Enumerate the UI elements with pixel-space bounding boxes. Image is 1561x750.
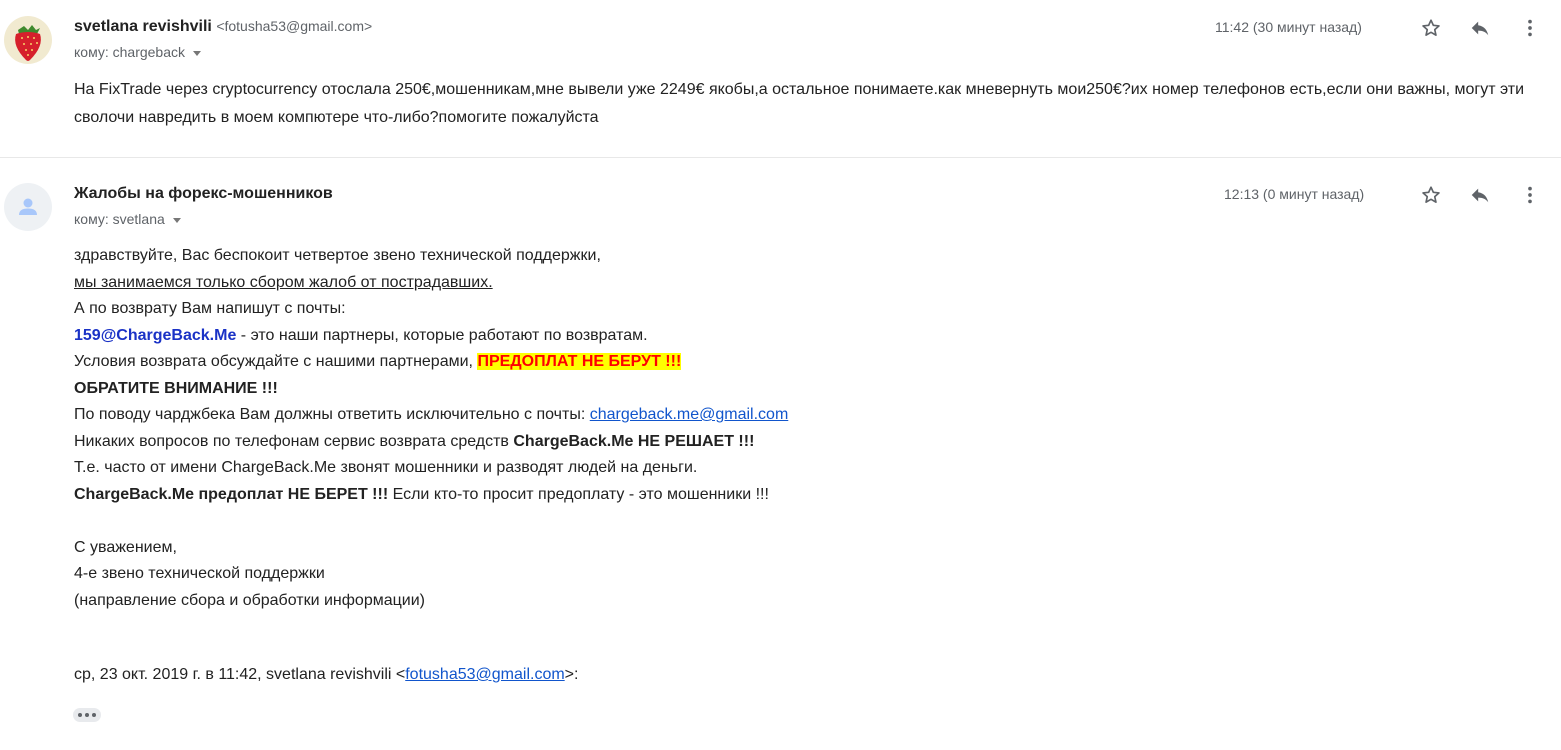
recipients-label: кому: chargeback — [74, 44, 186, 60]
reply-button[interactable] — [1468, 16, 1492, 40]
sender-email: <fotusha53@gmail.com> — [216, 18, 373, 34]
body-text: По поводу чарджбека Вам должны ответить … — [74, 406, 590, 423]
body-line-chargeback: По поводу чарджбека Вам должны ответить … — [74, 402, 788, 429]
message-divider — [0, 157, 1561, 158]
sender-line: svetlana revishvili <fotusha53@gmail.com… — [74, 18, 372, 36]
strawberry-avatar-image — [4, 16, 52, 64]
sender-name[interactable]: svetlana revishvili — [74, 18, 212, 35]
recipients-label: кому: svetlana — [74, 211, 165, 227]
message-body: здравствуйте, Вас беспокоит четвертое зв… — [74, 243, 788, 614]
reply-icon — [1471, 21, 1489, 36]
body-bold-text: ChargeBack.Me НЕ РЕШАЕТ !!! — [513, 432, 755, 450]
sender-name[interactable]: Жалобы на форекс-мошенников — [74, 185, 333, 203]
more-vert-icon — [1528, 19, 1532, 37]
body-line-conditions: Условия возврата обсуждайте с нашими пар… — [74, 349, 788, 376]
partner-email: 159@ChargeBack.Me — [74, 326, 237, 344]
message-time: 12:13 (0 минут назад) — [1224, 186, 1365, 202]
star-icon — [1422, 186, 1440, 203]
chevron-down-icon — [193, 50, 202, 56]
reply-icon — [1471, 188, 1489, 203]
body-text: - это наши партнеры, которые работают по… — [236, 326, 648, 344]
recipients-toggle[interactable]: кому: chargeback — [74, 44, 202, 60]
body-line: здравствуйте, Вас беспокоит четвертое зв… — [74, 247, 601, 264]
ellipsis-icon — [78, 713, 96, 717]
more-options-button[interactable] — [1518, 183, 1542, 207]
recipients-toggle[interactable]: кому: svetlana — [74, 211, 181, 227]
body-text: Условия возврата обсуждайте с нашими пар… — [74, 353, 478, 370]
highlighted-warning: ПРЕДОПЛАТ НЕ БЕРУТ !!! — [477, 353, 682, 370]
star-button[interactable] — [1419, 16, 1443, 40]
body-line-prepay: ChargeBack.Me предоплат НЕ БЕРЕТ !!! Есл… — [74, 482, 788, 509]
sender-avatar[interactable] — [4, 16, 52, 64]
signature-line: С уважением, — [74, 538, 177, 556]
body-line-phone: Никаких вопросов по телефонам сервис воз… — [74, 429, 788, 456]
attention-heading: ОБРАТИТЕ ВНИМАНИЕ !!! — [74, 379, 278, 397]
quoted-header: ср, 23 окт. 2019 г. в 11:42, svetlana re… — [74, 666, 578, 684]
quote-suffix: >: — [564, 666, 579, 683]
body-text: Если кто-то просит предоплату - это моше… — [388, 485, 769, 503]
signature-line: 4-е звено технической поддержки — [74, 565, 325, 582]
body-bold-text: ChargeBack.Me предоплат НЕ БЕРЕТ !!! — [74, 485, 389, 503]
body-text: Никаких вопросов по телефонам сервис воз… — [74, 432, 514, 450]
body-line-underlined: мы занимаемся только сбором жалоб от пос… — [74, 273, 493, 291]
more-options-button[interactable] — [1518, 16, 1542, 40]
sender-avatar[interactable] — [4, 183, 52, 231]
chevron-down-icon — [172, 217, 181, 223]
signature-line: (направление сбора и обработки информаци… — [74, 591, 425, 609]
quote-prefix: ср, 23 окт. 2019 г. в 11:42, svetlana re… — [74, 666, 406, 683]
star-icon — [1422, 19, 1440, 36]
person-icon — [19, 198, 37, 215]
message-time: 11:42 (30 минут назад) — [1215, 19, 1362, 35]
quoted-sender-email-link[interactable]: fotusha53@gmail.com — [405, 666, 564, 683]
body-line-partner: 159@ChargeBack.Me - это наши партнеры, к… — [74, 323, 788, 350]
more-vert-icon — [1528, 186, 1532, 204]
show-trimmed-content-button[interactable] — [73, 708, 101, 722]
body-line: А по возврату Вам напишут с почты: — [74, 300, 346, 317]
message-body: На FixTrade через cryptocurrency отослал… — [74, 81, 1525, 126]
body-line: Т.е. часто от имени ChargeBack.Me звонят… — [74, 459, 698, 476]
reply-button[interactable] — [1468, 183, 1492, 207]
star-button[interactable] — [1419, 183, 1443, 207]
chargeback-email-link[interactable]: chargeback.me@gmail.com — [590, 406, 789, 423]
